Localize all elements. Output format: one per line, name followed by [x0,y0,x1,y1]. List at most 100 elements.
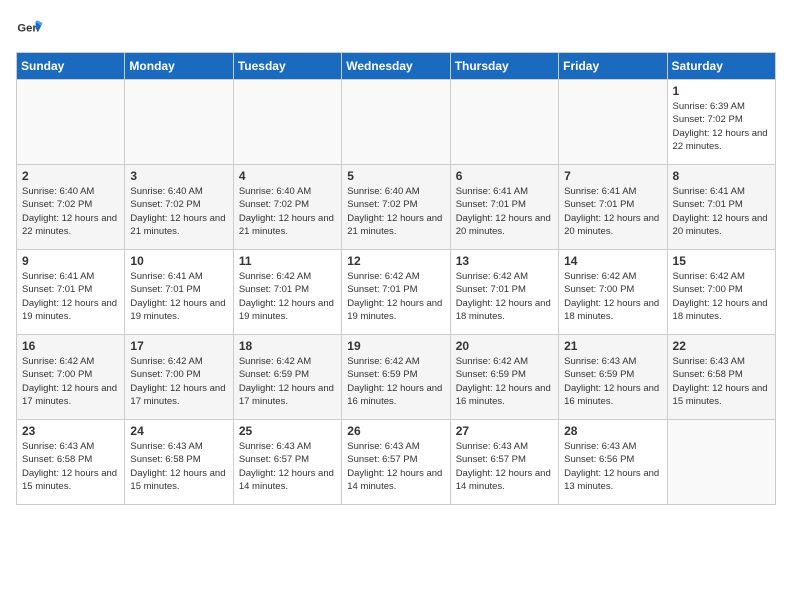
day-info: Sunrise: 6:43 AMSunset: 6:57 PMDaylight:… [347,440,444,493]
day-info: Sunrise: 6:42 AMSunset: 6:59 PMDaylight:… [456,355,553,408]
logo: Gen [16,16,48,44]
calendar-day-cell: 26 Sunrise: 6:43 AMSunset: 6:57 PMDayligh… [342,420,450,505]
day-number: 27 [456,424,553,438]
day-info: Sunrise: 6:42 AMSunset: 7:00 PMDaylight:… [673,270,770,323]
calendar-day-cell [559,80,667,165]
day-number: 4 [239,169,336,183]
calendar-day-cell: 4Sunrise: 6:40 AMSunset: 7:02 PMDaylight… [233,165,341,250]
sunset-text: Sunset: 6:58 PM [22,453,119,466]
daylight-text: Daylight: 12 hours and 22 minutes. [22,212,119,239]
sunrise-text: Sunrise: 6:42 AM [347,270,444,283]
calendar-day-cell: 25 Sunrise: 6:43 AMSunset: 6:57 PMDayligh… [233,420,341,505]
calendar-table: SundayMondayTuesdayWednesdayThursdayFrid… [16,52,776,505]
daylight-text: Daylight: 12 hours and 18 minutes. [673,297,770,324]
calendar-day-cell: 22Sunrise: 6:43 AMSunset: 6:58 PMDayligh… [667,335,775,420]
sunset-text: Sunset: 7:02 PM [22,198,119,211]
sunset-text: Sunset: 7:01 PM [456,198,553,211]
sunset-text: Sunset: 7:01 PM [456,283,553,296]
day-number: 13 [456,254,553,268]
calendar-day-cell: 16Sunrise: 6:42 AMSunset: 7:00 PMDayligh… [17,335,125,420]
day-info: Sunrise: 6:43 AMSunset: 6:56 PMDaylight:… [564,440,661,493]
sunset-text: Sunset: 6:56 PM [564,453,661,466]
calendar-day-cell: 8Sunrise: 6:41 AMSunset: 7:01 PMDaylight… [667,165,775,250]
daylight-text: Daylight: 12 hours and 17 minutes. [22,382,119,409]
day-info: Sunrise: 6:41 AMSunset: 7:01 PMDaylight:… [22,270,119,323]
calendar-day-header: Saturday [667,53,775,80]
sunset-text: Sunset: 6:58 PM [130,453,227,466]
day-info: Sunrise: 6:39 AMSunset: 7:02 PMDaylight:… [673,100,770,153]
calendar-day-header: Thursday [450,53,558,80]
sunrise-text: Sunrise: 6:42 AM [130,355,227,368]
sunrise-text: Sunrise: 6:42 AM [673,270,770,283]
calendar-day-cell: 1Sunrise: 6:39 AMSunset: 7:02 PMDaylight… [667,80,775,165]
daylight-text: Daylight: 12 hours and 15 minutes. [130,467,227,494]
day-number: 21 [564,339,661,353]
calendar-week-row: 23Sunrise: 6:43 AMSunset: 6:58 PMDayligh… [17,420,776,505]
calendar-header-row: SundayMondayTuesdayWednesdayThursdayFrid… [17,53,776,80]
daylight-text: Daylight: 12 hours and 15 minutes. [22,467,119,494]
calendar-day-cell [342,80,450,165]
sunset-text: Sunset: 7:00 PM [22,368,119,381]
sunset-text: Sunset: 7:00 PM [564,283,661,296]
day-number: 5 [347,169,444,183]
daylight-text: Daylight: 12 hours and 21 minutes. [239,212,336,239]
daylight-text: Daylight: 12 hours and 16 minutes. [347,382,444,409]
daylight-text: Daylight: 12 hours and 19 minutes. [22,297,119,324]
day-info: Sunrise: 6:42 AMSunset: 7:00 PMDaylight:… [130,355,227,408]
daylight-text: Daylight: 12 hours and 19 minutes. [239,297,336,324]
sunrise-text: Sunrise: 6:43 AM [239,440,336,453]
sunrise-text: Sunrise: 6:40 AM [347,185,444,198]
daylight-text: Daylight: 12 hours and 14 minutes. [239,467,336,494]
sunrise-text: Sunrise: 6:41 AM [564,185,661,198]
day-info: Sunrise: 6:43 AMSunset: 6:59 PMDaylight:… [564,355,661,408]
calendar-week-row: 9Sunrise: 6:41 AMSunset: 7:01 PMDaylight… [17,250,776,335]
daylight-text: Daylight: 12 hours and 18 minutes. [456,297,553,324]
calendar-day-header: Monday [125,53,233,80]
day-number: 28 [564,424,661,438]
daylight-text: Daylight: 12 hours and 21 minutes. [347,212,444,239]
sunset-text: Sunset: 6:57 PM [456,453,553,466]
calendar-day-header: Tuesday [233,53,341,80]
sunset-text: Sunset: 7:02 PM [673,113,770,126]
sunset-text: Sunset: 7:00 PM [673,283,770,296]
day-info: Sunrise: 6:41 AMSunset: 7:01 PMDaylight:… [564,185,661,238]
sunrise-text: Sunrise: 6:40 AM [130,185,227,198]
sunrise-text: Sunrise: 6:43 AM [564,440,661,453]
day-number: 19 [347,339,444,353]
day-number: 25 [239,424,336,438]
sunset-text: Sunset: 7:01 PM [22,283,119,296]
calendar-day-cell: 20Sunrise: 6:42 AMSunset: 6:59 PMDayligh… [450,335,558,420]
calendar-day-cell: 14 Sunrise: 6:42 AMSunset: 7:00 PMDayligh… [559,250,667,335]
day-number: 26 [347,424,444,438]
day-info: Sunrise: 6:42 AMSunset: 7:00 PMDaylight:… [564,270,661,323]
calendar-day-cell [17,80,125,165]
logo-icon: Gen [16,16,44,44]
day-info: Sunrise: 6:43 AMSunset: 6:57 PMDaylight:… [239,440,336,493]
day-number: 14 [564,254,661,268]
sunrise-text: Sunrise: 6:43 AM [22,440,119,453]
calendar-day-cell [450,80,558,165]
sunset-text: Sunset: 6:59 PM [239,368,336,381]
calendar-day-header: Friday [559,53,667,80]
sunset-text: Sunset: 7:02 PM [239,198,336,211]
calendar-week-row: 1Sunrise: 6:39 AMSunset: 7:02 PMDaylight… [17,80,776,165]
sunrise-text: Sunrise: 6:42 AM [22,355,119,368]
calendar-day-cell: 11Sunrise: 6:42 AMSunset: 7:01 PMDayligh… [233,250,341,335]
calendar-day-header: Wednesday [342,53,450,80]
calendar-day-cell [125,80,233,165]
calendar-day-cell: 27Sunrise: 6:43 AMSunset: 6:57 PMDayligh… [450,420,558,505]
daylight-text: Daylight: 12 hours and 22 minutes. [673,127,770,154]
calendar-day-cell: 21 Sunrise: 6:43 AMSunset: 6:59 PMDayligh… [559,335,667,420]
calendar-week-row: 16Sunrise: 6:42 AMSunset: 7:00 PMDayligh… [17,335,776,420]
daylight-text: Daylight: 12 hours and 20 minutes. [456,212,553,239]
daylight-text: Daylight: 12 hours and 14 minutes. [456,467,553,494]
day-info: Sunrise: 6:42 AMSunset: 6:59 PMDaylight:… [347,355,444,408]
day-info: Sunrise: 6:41 AMSunset: 7:01 PMDaylight:… [456,185,553,238]
day-info: Sunrise: 6:42 AMSunset: 7:01 PMDaylight:… [456,270,553,323]
calendar-day-cell: 5 Sunrise: 6:40 AMSunset: 7:02 PMDaylight… [342,165,450,250]
calendar-day-cell: 15Sunrise: 6:42 AMSunset: 7:00 PMDayligh… [667,250,775,335]
day-info: Sunrise: 6:42 AMSunset: 6:59 PMDaylight:… [239,355,336,408]
day-info: Sunrise: 6:40 AMSunset: 7:02 PMDaylight:… [347,185,444,238]
calendar-day-cell: 17Sunrise: 6:42 AMSunset: 7:00 PMDayligh… [125,335,233,420]
day-number: 6 [456,169,553,183]
